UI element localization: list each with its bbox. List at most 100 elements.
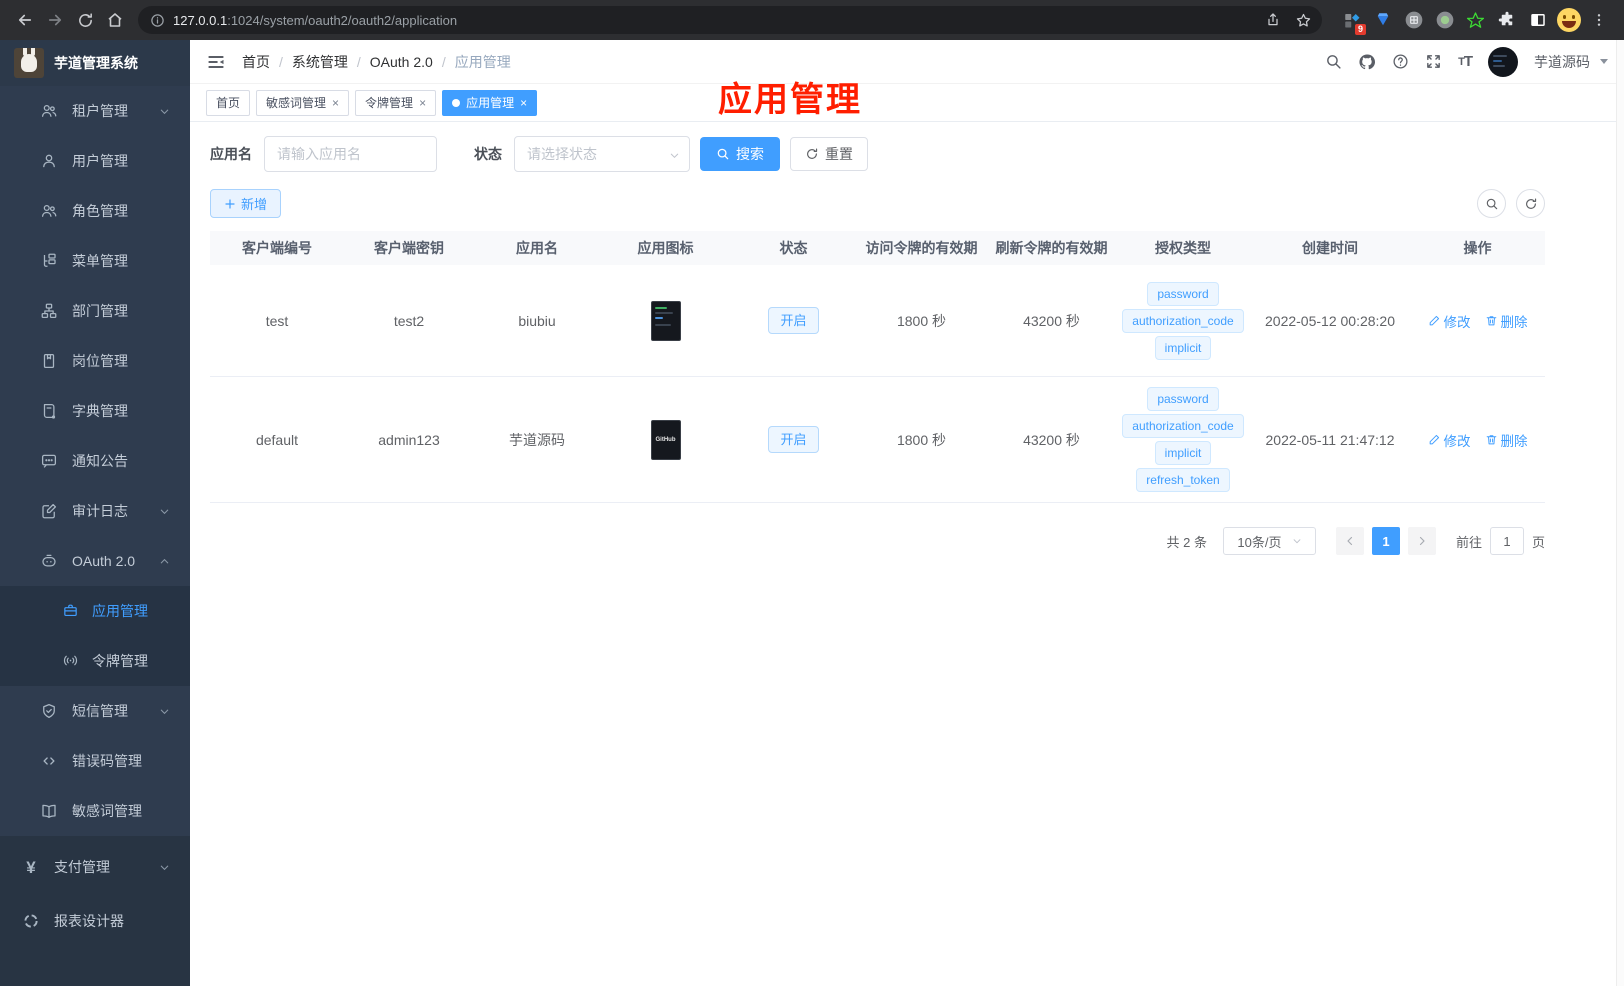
sidebar-item-role[interactable]: 角色管理 [0,186,190,236]
help-icon[interactable] [1392,53,1409,70]
share-icon[interactable] [1258,5,1288,35]
edit-link[interactable]: 修改 [1428,430,1471,450]
browser-menu-icon[interactable] [1584,5,1614,35]
toggle-search-icon[interactable] [1477,189,1506,218]
user-caret-icon[interactable] [1600,59,1608,64]
breadcrumb-system[interactable]: 系统管理 [292,52,348,72]
app-logo[interactable]: 芋道管理系统 [0,40,190,86]
close-icon[interactable]: × [520,97,527,109]
tab-home[interactable]: 首页 [206,89,251,116]
username[interactable]: 芋道源码 [1534,52,1590,72]
sidebar-item-report-designer[interactable]: 报表设计器 [0,896,190,946]
tab-application[interactable]: 应用管理 × [442,89,538,116]
sidebar-item-tenant[interactable]: 租户管理 [0,86,190,136]
table-row: test test2 biubiu 开启 1800 秒 43200 秒 pass… [210,265,1545,377]
sidebar-item-sensitive-word[interactable]: 敏感词管理 [0,786,190,836]
header-search-icon[interactable] [1325,53,1342,70]
split-view-icon[interactable] [1522,5,1553,35]
breadcrumb: 首页 / 系统管理 / OAuth 2.0 / 应用管理 [242,52,511,72]
sidebar-item-label: 用户管理 [72,153,128,169]
sidebar-item-oauth-token[interactable]: 令牌管理 [0,636,190,686]
back-icon[interactable] [10,5,40,35]
col-actions: 操作 [1463,240,1492,256]
cell-client-id: default [255,431,299,448]
sidebar-item-menu[interactable]: 菜单管理 [0,236,190,286]
org-chart-icon [40,302,58,320]
extension-area: 9 [1336,5,1614,35]
reset-button[interactable]: 重置 [790,137,868,171]
col-created-at: 创建时间 [1302,240,1358,256]
sidebar-item-audit-log[interactable]: 审计日志 [0,486,190,536]
chevron-down-icon [669,150,680,161]
breadcrumb-oauth[interactable]: OAuth 2.0 [370,54,433,70]
user-avatar[interactable] [1488,46,1518,77]
sidebar-item-label: 支付管理 [54,859,110,875]
app-name-input[interactable] [264,136,437,172]
extension-tabs-icon[interactable]: 9 [1336,5,1367,35]
status-label: 状态 [474,146,502,162]
reload-icon[interactable] [70,5,100,35]
refresh-table-icon[interactable] [1516,189,1545,218]
sidebar-item-error-code[interactable]: 错误码管理 [0,736,190,786]
applications-table: 客户端编号 客户端密钥 应用名 应用图标 状态 访问令牌的有效期 刷新令牌的有效… [210,231,1545,503]
goto-page-input[interactable] [1489,527,1524,555]
fullscreen-icon[interactable] [1425,53,1442,70]
sidebar-item-user[interactable]: 用户管理 [0,136,190,186]
font-size-icon[interactable]: TT [1458,53,1473,70]
site-info-icon[interactable] [150,13,165,28]
delete-label: 删除 [1500,314,1528,330]
sidebar-item-label: OAuth 2.0 [72,553,136,569]
goto-label: 前往 [1455,534,1482,550]
sidebar-item-oauth-application[interactable]: 应用管理 [0,586,190,636]
add-button[interactable]: 新增 [210,189,282,218]
sidebar-item-pay[interactable]: ¥ 支付管理 [0,842,190,892]
home-icon[interactable] [100,5,130,35]
github-icon[interactable] [1358,53,1376,71]
next-page-button[interactable] [1407,527,1436,555]
tab-sensitive-word[interactable]: 敏感词管理 × [256,89,350,116]
tab-label: 首页 [216,96,241,110]
sidebar-item-dept[interactable]: 部门管理 [0,286,190,336]
extension-star-icon[interactable] [1460,5,1491,35]
sidebar-item-label: 应用管理 [92,603,148,619]
extensions-puzzle-icon[interactable] [1491,5,1522,35]
cell-client-id: test [265,312,289,329]
forward-icon[interactable] [40,5,70,35]
status-select[interactable]: 请选择状态 [514,136,690,172]
search-button[interactable]: 搜索 [700,137,780,171]
extension-gem-icon[interactable] [1367,5,1398,35]
extension-command-icon[interactable] [1398,5,1429,35]
app-icon-thumbnail[interactable]: GitHub [650,419,681,460]
tab-token[interactable]: 令牌管理 × [355,89,437,116]
profile-avatar-icon[interactable] [1553,5,1584,35]
breadcrumb-home[interactable]: 首页 [242,52,270,72]
sidebar-item-sms[interactable]: 短信管理 [0,686,190,736]
sidebar-item-dict[interactable]: 字典管理 [0,386,190,436]
delete-link[interactable]: 删除 [1485,311,1528,331]
scrollbar[interactable] [1616,40,1624,986]
sidebar-collapse-icon[interactable] [206,52,226,72]
prev-page-button[interactable] [1335,527,1364,555]
grant-tag: authorization_code [1122,414,1244,438]
bookmark-star-icon[interactable] [1288,5,1318,35]
col-access-validity: 访问令牌的有效期 [865,240,978,256]
close-icon[interactable]: × [419,97,426,109]
page-size-select[interactable]: 10条/页 [1222,527,1316,555]
close-icon[interactable]: × [332,97,339,109]
users-icon [40,202,58,220]
edit-link[interactable]: 修改 [1428,311,1471,331]
url-text: 127.0.0.1:1024/system/oauth2/oauth2/appl… [173,12,458,28]
sidebar-item-oauth[interactable]: OAuth 2.0 [0,536,190,586]
page-number-button[interactable]: 1 [1371,527,1400,555]
app-icon-thumbnail[interactable] [650,300,681,341]
chevron-down-icon [159,706,170,717]
grant-type-tags: password authorization_code implicit [1122,281,1244,360]
app-title: 芋道管理系统 [54,55,138,71]
sidebar-item-post[interactable]: 岗位管理 [0,336,190,386]
url-bar[interactable]: 127.0.0.1:1024/system/oauth2/oauth2/appl… [138,6,1322,34]
extension-record-icon[interactable] [1429,5,1460,35]
delete-link[interactable]: 删除 [1485,430,1528,450]
grant-tag: password [1147,387,1219,411]
cell-app-name: biubiu [518,312,556,329]
sidebar-item-notice[interactable]: 通知公告 [0,436,190,486]
